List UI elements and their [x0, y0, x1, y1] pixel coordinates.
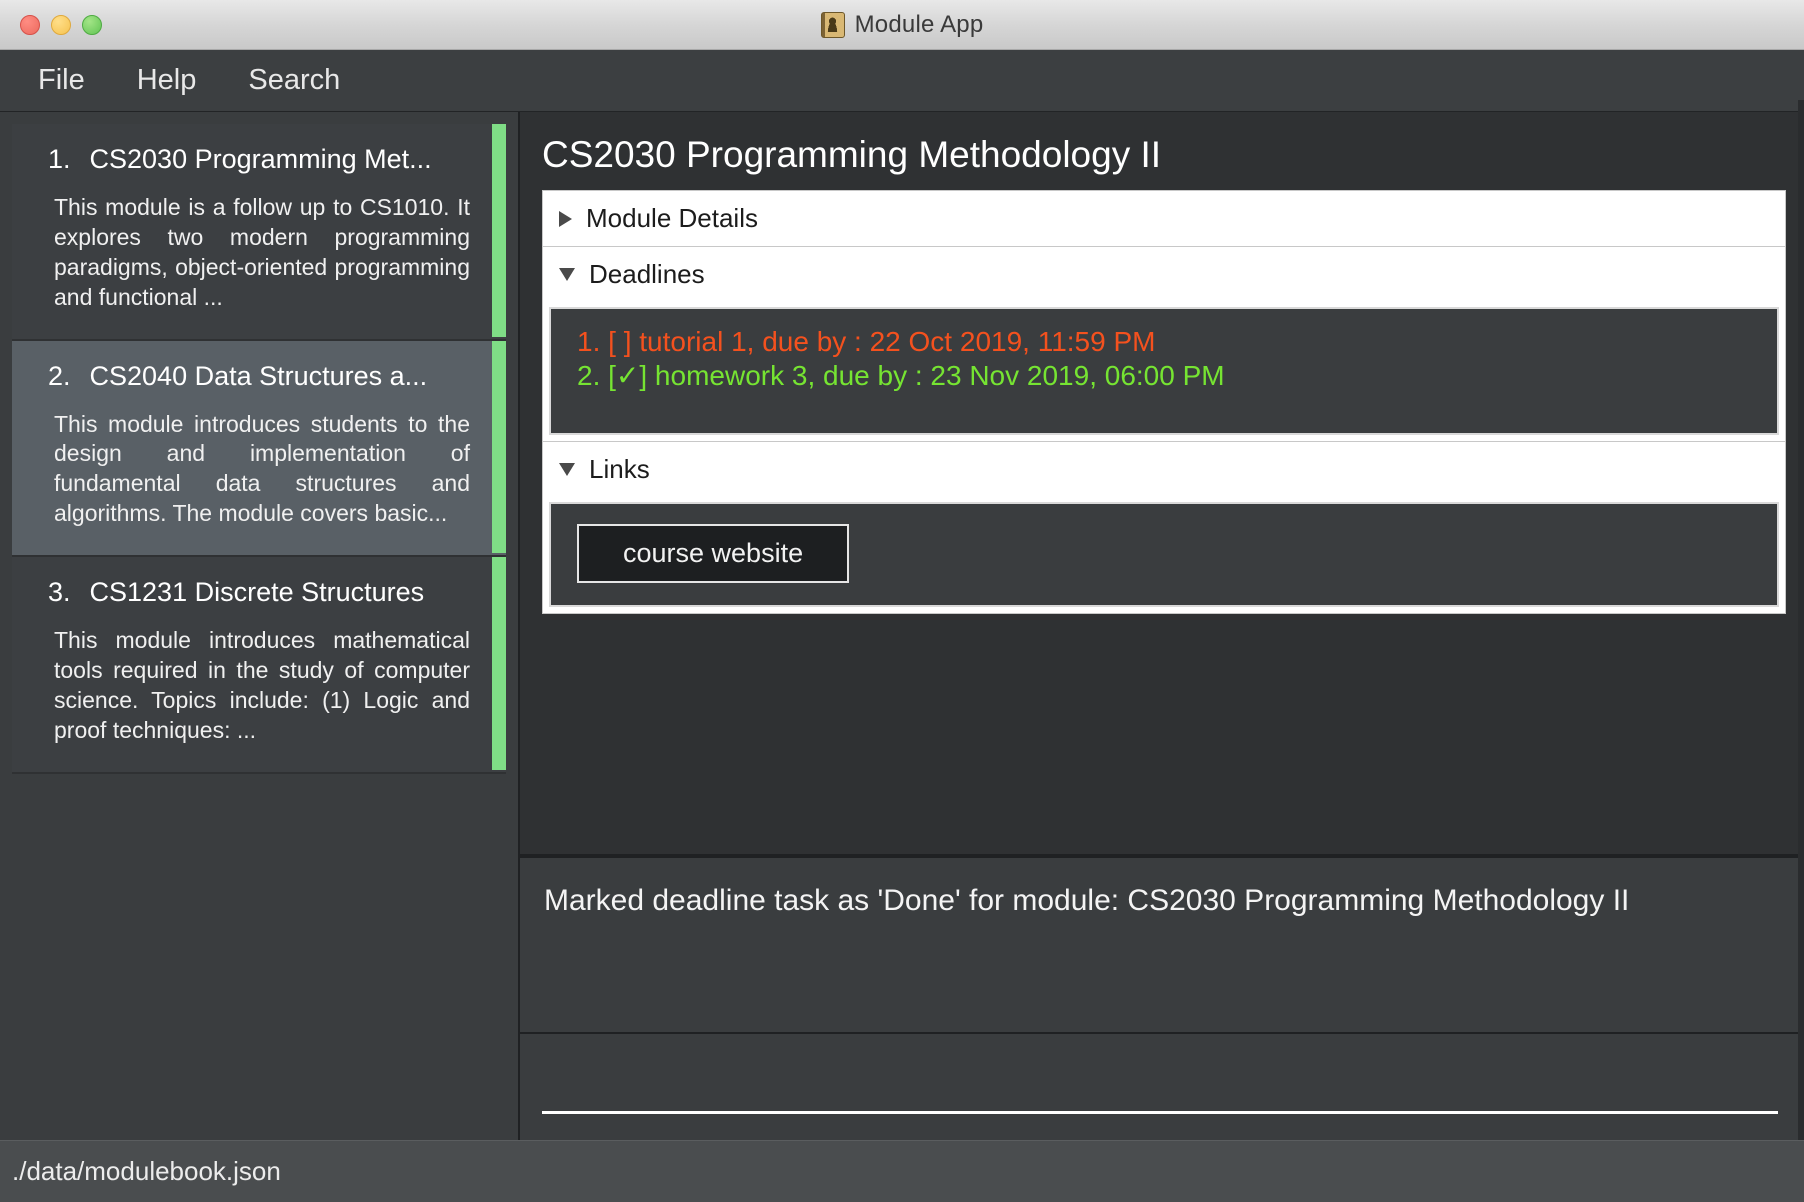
- module-card-3[interactable]: 3. CS1231 Discrete Structures This modul…: [12, 557, 506, 774]
- titled-pane-label: Links: [589, 454, 650, 484]
- command-panel: [520, 1034, 1804, 1140]
- window-titlebar: Module App: [0, 0, 1804, 50]
- module-card-title: 2. CS2040 Data Structures a...: [48, 361, 474, 392]
- deadline-item[interactable]: 2. [✓] homework 3, due by : 23 Nov 2019,…: [577, 359, 1751, 393]
- module-card-title: 1. CS2030 Programming Met...: [48, 144, 474, 175]
- minimize-button[interactable]: [51, 14, 71, 35]
- course-website-button[interactable]: course website: [577, 524, 850, 583]
- right-panel: CS2030 Programming Methodology II Module…: [520, 112, 1804, 1140]
- close-button[interactable]: [20, 14, 40, 35]
- page-title: CS2030 Programming Methodology II: [542, 134, 1162, 175]
- titled-pane-module-details: Module Details: [542, 190, 1786, 246]
- address-book-icon: [820, 11, 845, 38]
- titled-pane-header-module-details[interactable]: Module Details: [543, 191, 1785, 246]
- titled-pane-body-deadlines: 1. [ ] tutorial 1, due by : 22 Oct 2019,…: [543, 302, 1785, 441]
- link-list: course website: [549, 502, 1779, 607]
- menu-item-file[interactable]: File: [34, 62, 89, 99]
- window-title: Module App: [854, 10, 984, 38]
- menu-item-help[interactable]: Help: [133, 62, 201, 99]
- module-card-name: CS2030 Programming Met...: [89, 144, 432, 174]
- titled-pane-label: Module Details: [586, 203, 758, 233]
- titled-pane-header-deadlines[interactable]: Deadlines: [543, 247, 1785, 302]
- zoom-button[interactable]: [82, 14, 102, 35]
- titled-pane-deadlines: Deadlines 1. [ ] tutorial 1, due by : 22…: [542, 246, 1786, 441]
- triangle-down-icon[interactable]: [559, 463, 575, 476]
- module-detail-pane: CS2030 Programming Methodology II Module…: [520, 112, 1804, 856]
- triangle-down-icon[interactable]: [559, 268, 575, 281]
- module-card-description: This module introduces mathematical tool…: [54, 627, 470, 743]
- status-file-path: ./data/modulebook.json: [12, 1156, 281, 1186]
- deadline-list: 1. [ ] tutorial 1, due by : 22 Oct 2019,…: [549, 307, 1779, 435]
- window-title-group: Module App: [0, 0, 1804, 49]
- status-bar: ./data/modulebook.json: [0, 1140, 1804, 1202]
- module-list: 1. CS2030 Programming Met... This module…: [0, 124, 518, 774]
- application-window: Module App File Help Search 1. CS2030 Pr…: [0, 0, 1804, 1202]
- result-message: Marked deadline task as 'Done' for modul…: [544, 884, 1630, 917]
- module-card-2[interactable]: 2. CS2040 Data Structures a... This modu…: [12, 340, 506, 558]
- titled-pane-header-links[interactable]: Links: [543, 442, 1785, 497]
- module-card-description: This module is a follow up to CS1010. It…: [54, 194, 470, 310]
- module-accent-bar: [492, 340, 506, 554]
- module-card-index: 1.: [48, 144, 71, 174]
- module-card-name: CS2040 Data Structures a...: [89, 360, 428, 391]
- module-accent-bar: [492, 557, 506, 770]
- module-list-panel[interactable]: 1. CS2030 Programming Met... This module…: [0, 112, 520, 1140]
- deadline-item[interactable]: 1. [ ] tutorial 1, due by : 22 Oct 2019,…: [577, 325, 1751, 359]
- command-input[interactable]: [542, 1074, 1778, 1114]
- module-card-index: 3.: [48, 577, 71, 608]
- titled-pane-label: Deadlines: [589, 259, 705, 289]
- window-scrollbar[interactable]: [1798, 100, 1804, 1140]
- titled-pane-links: Links course website: [542, 441, 1786, 614]
- main-body: 1. CS2030 Programming Met... This module…: [0, 112, 1804, 1140]
- window-controls: [20, 14, 102, 35]
- module-card-name: CS1231 Discrete Structures: [89, 577, 425, 608]
- titled-pane-body-links: course website: [543, 497, 1785, 613]
- module-card-1[interactable]: 1. CS2030 Programming Met... This module…: [12, 124, 506, 341]
- result-display-panel: Marked deadline task as 'Done' for modul…: [520, 856, 1804, 1034]
- menu-item-search[interactable]: Search: [244, 62, 344, 99]
- module-accent-bar: [492, 124, 506, 337]
- triangle-right-icon[interactable]: [559, 210, 572, 227]
- menu-bar: File Help Search: [0, 50, 1804, 112]
- module-card-description: This module introduces students to the d…: [54, 410, 470, 527]
- module-card-title: 3. CS1231 Discrete Structures: [48, 577, 474, 608]
- detail-accordion: Module Details Deadlines 1. [ ] tutorial…: [542, 190, 1786, 614]
- module-card-index: 2.: [48, 360, 71, 391]
